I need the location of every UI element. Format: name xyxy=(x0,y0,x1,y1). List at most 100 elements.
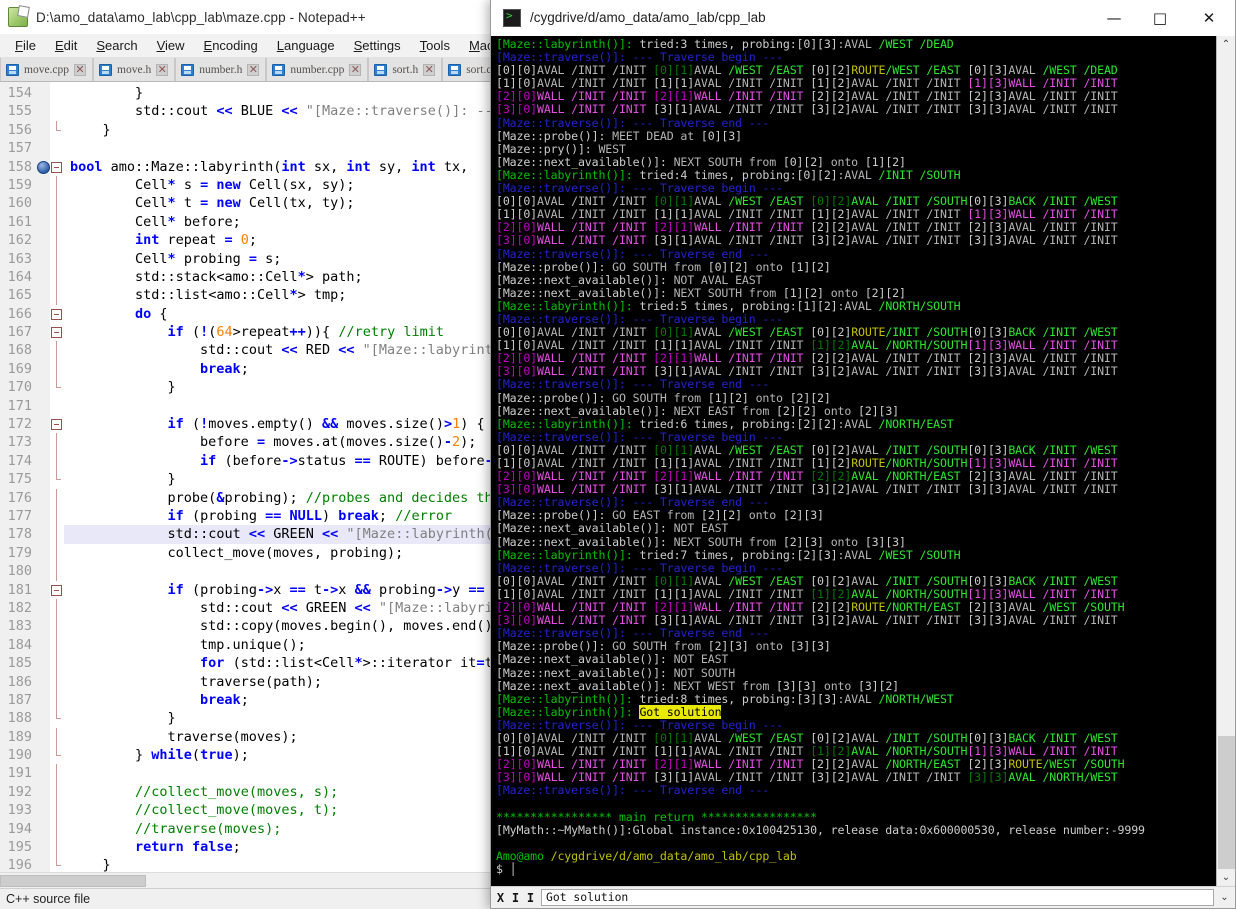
fold-cell[interactable] xyxy=(50,672,64,691)
fold-cell[interactable] xyxy=(50,782,64,802)
bookmark-cell[interactable] xyxy=(36,507,50,525)
fold-cell[interactable] xyxy=(50,231,64,250)
maximize-button[interactable]: □ xyxy=(1137,0,1183,35)
fold-cell[interactable] xyxy=(50,267,64,287)
fold-cell[interactable] xyxy=(50,359,64,379)
bookmark-cell[interactable] xyxy=(36,360,50,378)
fold-toggle-icon[interactable] xyxy=(51,584,62,596)
bookmark-cell[interactable] xyxy=(36,856,50,872)
bookmark-cell[interactable] xyxy=(36,525,50,543)
code-folding-gutter[interactable] xyxy=(50,82,64,872)
bookmark-cell[interactable] xyxy=(36,783,50,801)
bookmark-cell[interactable] xyxy=(36,268,50,286)
fold-cell[interactable] xyxy=(50,212,64,232)
terminal-title-bar[interactable]: /cygdrive/d/amo_data/amo_lab/cpp_lab — □… xyxy=(491,0,1235,36)
bookmark-cell[interactable] xyxy=(36,286,50,304)
bookmark-cell[interactable] xyxy=(36,433,50,451)
bookmark-cell[interactable] xyxy=(36,231,50,249)
tab-sort-h[interactable]: sort.h ✕ xyxy=(368,58,443,81)
fold-cell[interactable] xyxy=(50,323,64,341)
scroll-down-arrow-icon[interactable]: ⌄ xyxy=(1217,869,1235,886)
fold-cell[interactable] xyxy=(50,305,64,323)
fold-cell[interactable] xyxy=(50,709,64,727)
bookmark-cell[interactable] xyxy=(36,397,50,415)
bookmark-cell[interactable] xyxy=(36,820,50,838)
resize-grip-icon[interactable]: ⌄ xyxy=(1216,892,1233,903)
fold-cell[interactable] xyxy=(50,856,64,872)
fold-cell[interactable] xyxy=(50,102,64,120)
menu-item-search[interactable]: Search xyxy=(87,35,147,57)
menu-item-settings[interactable]: Settings xyxy=(345,35,411,57)
bookmark-cell[interactable] xyxy=(36,801,50,819)
bookmark-cell[interactable] xyxy=(36,194,50,212)
tab-close-icon[interactable]: ✕ xyxy=(156,63,169,76)
fold-cell[interactable] xyxy=(50,764,64,783)
minimize-button[interactable]: — xyxy=(1091,0,1137,35)
bookmark-cell[interactable] xyxy=(36,673,50,691)
fold-cell[interactable] xyxy=(50,727,64,747)
bookmark-cell[interactable] xyxy=(36,709,50,727)
bookmark-cell[interactable] xyxy=(36,415,50,433)
bookmark-cell[interactable] xyxy=(36,213,50,231)
fold-cell[interactable] xyxy=(50,397,64,415)
scrollbar-thumb[interactable] xyxy=(0,875,146,887)
terminal-vertical-scrollbar[interactable]: ⌃ ⌄ xyxy=(1216,36,1235,886)
bookmark-cell[interactable] xyxy=(36,562,50,580)
fold-cell[interactable] xyxy=(50,341,64,360)
menu-item-tools[interactable]: Tools xyxy=(411,35,460,57)
fold-cell[interactable] xyxy=(50,84,64,102)
bookmark-cell[interactable] xyxy=(36,764,50,782)
scrollbar-thumb[interactable] xyxy=(1218,736,1235,886)
bookmark-cell[interactable] xyxy=(36,581,50,599)
scroll-up-arrow-icon[interactable]: ⌃ xyxy=(1217,36,1235,53)
fold-cell[interactable] xyxy=(50,451,64,471)
fold-cell[interactable] xyxy=(50,746,64,764)
menu-item-view[interactable]: View xyxy=(148,35,195,57)
bookmark-cell[interactable] xyxy=(36,176,50,194)
bar-icon[interactable]: I xyxy=(523,890,538,906)
bookmark-cell[interactable] xyxy=(36,728,50,746)
tab-close-icon[interactable]: ✕ xyxy=(349,63,362,76)
fold-cell[interactable] xyxy=(50,470,64,488)
tab-close-icon[interactable]: ✕ xyxy=(247,63,260,76)
tab-move-cpp[interactable]: move.cpp ✕ xyxy=(0,58,94,81)
fold-toggle-icon[interactable] xyxy=(51,419,62,431)
fold-toggle-icon[interactable] xyxy=(51,308,62,320)
menu-item-language[interactable]: Language xyxy=(268,35,345,57)
fold-cell[interactable] xyxy=(50,378,64,396)
bar-icon[interactable]: I xyxy=(508,890,523,906)
fold-cell[interactable] xyxy=(50,158,64,176)
tab-close-icon[interactable]: ✕ xyxy=(74,63,87,76)
bookmark-cell[interactable] xyxy=(36,84,50,102)
bookmark-gutter[interactable] xyxy=(36,82,50,872)
bookmark-cell[interactable] xyxy=(36,139,50,157)
fold-cell[interactable] xyxy=(50,635,64,655)
terminal-output[interactable]: [Maze::labyrinth()]: tried:3 times, prob… xyxy=(496,36,1216,886)
bookmark-cell[interactable] xyxy=(36,341,50,359)
bookmark-cell[interactable] xyxy=(36,250,50,268)
fold-cell[interactable] xyxy=(50,598,64,618)
bookmark-cell[interactable] xyxy=(36,617,50,635)
fold-cell[interactable] xyxy=(50,819,64,839)
fold-cell[interactable] xyxy=(50,194,64,213)
tab-close-icon[interactable]: ✕ xyxy=(423,63,436,76)
close-button[interactable]: ✕ xyxy=(1183,0,1235,35)
fold-cell[interactable] xyxy=(50,543,64,563)
fold-toggle-icon[interactable] xyxy=(51,327,62,339)
breakpoint-icon[interactable] xyxy=(37,160,50,174)
bookmark-cell[interactable] xyxy=(36,452,50,470)
bookmark-cell[interactable] xyxy=(36,691,50,709)
fold-cell[interactable] xyxy=(50,139,64,157)
bookmark-cell[interactable] xyxy=(36,544,50,562)
tab-move-h[interactable]: move.h ✕ xyxy=(93,58,176,81)
fold-cell[interactable] xyxy=(50,562,64,581)
close-icon[interactable]: X xyxy=(493,890,508,906)
bookmark-cell[interactable] xyxy=(36,489,50,507)
bookmark-cell[interactable] xyxy=(36,599,50,617)
fold-cell[interactable] xyxy=(50,433,64,452)
bookmark-cell[interactable] xyxy=(36,102,50,120)
fold-cell[interactable] xyxy=(50,286,64,305)
fold-toggle-icon[interactable] xyxy=(51,161,62,173)
fold-cell[interactable] xyxy=(50,654,64,673)
fold-cell[interactable] xyxy=(50,838,64,857)
